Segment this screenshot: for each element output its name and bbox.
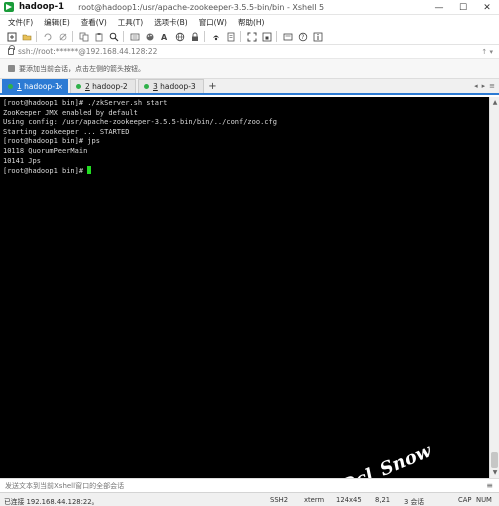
new-session-icon[interactable] <box>6 31 17 42</box>
menu-bar: 文件(F) 编辑(E) 查看(V) 工具(T) 选项卡(B) 窗口(W) 帮助(… <box>0 15 499 29</box>
tab-label: hadoop-2 <box>92 82 128 91</box>
status-bar: 已连接 192.168.44.128:22。 SSH2 xterm 124x45… <box>0 492 499 506</box>
toolbar-separator <box>276 31 277 42</box>
tab-number: 3 <box>153 82 158 91</box>
window-title: root@hadoop1:/usr/apache-zookeeper-3.5.5… <box>78 2 325 12</box>
menu-view[interactable]: 查看(V) <box>81 17 107 28</box>
terminal-type-status: xterm <box>304 496 325 504</box>
tab-label: hadoop-1 <box>24 82 60 91</box>
svg-text:?: ? <box>301 34 304 41</box>
paste-icon[interactable] <box>93 31 104 42</box>
num-lock-status: NUM <box>476 496 492 504</box>
tab-prev-icon[interactable]: ◂ <box>474 82 478 90</box>
tab-next-icon[interactable]: ▸ <box>482 82 486 90</box>
fullscreen-icon[interactable] <box>246 31 257 42</box>
properties-icon[interactable] <box>129 31 140 42</box>
info-icon[interactable] <box>312 31 323 42</box>
terminal-line: [root@hadoop1 bin]# ./zkServer.sh start <box>3 99 168 107</box>
tab-hadoop-1[interactable]: 1 hadoop-1 × <box>2 79 68 93</box>
menu-window[interactable]: 窗口(W) <box>199 17 227 28</box>
xshell-app-icon <box>4 2 14 12</box>
toolbar-separator <box>36 31 37 42</box>
window-session-name: hadoop-1 <box>19 2 65 12</box>
tab-hadoop-3[interactable]: 3 hadoop-3 <box>138 79 204 93</box>
cursor-position-status: 8,21 <box>375 496 391 504</box>
tab-number: 2 <box>85 82 90 91</box>
tab-close-icon[interactable]: × <box>57 83 63 91</box>
tab-label: hadoop-3 <box>160 82 196 91</box>
tab-bar: 1 hadoop-1 × 2 hadoop-2 3 hadoop-3 + ◂ ▸… <box>0 79 499 95</box>
caps-lock-status: CAP <box>458 496 472 504</box>
terminal-line: [root@hadoop1 bin]# jps <box>3 137 100 146</box>
reconnect-icon[interactable] <box>42 31 53 42</box>
find-icon[interactable] <box>108 31 119 42</box>
compose-input[interactable] <box>5 481 435 490</box>
connection-status: 已连接 192.168.44.128:22。 <box>4 498 99 506</box>
title-bar: hadoop-1 root@hadoop1:/usr/apache-zookee… <box>0 0 499 15</box>
toolbar-separator <box>72 31 73 42</box>
svg-text:A: A <box>161 33 168 42</box>
terminal-scrollbar[interactable]: ▲ ▼ <box>489 97 499 478</box>
compose-menu-icon[interactable]: ≡ <box>486 481 493 490</box>
tab-number: 1 <box>17 82 22 91</box>
add-tab-button[interactable]: + <box>206 79 219 93</box>
watermark: Dcl_Snow <box>337 440 435 478</box>
tab-list-icon[interactable]: ≡ <box>489 82 495 90</box>
maximize-button[interactable]: ☐ <box>451 0 475 15</box>
terminal-line: 10141 Jps <box>3 156 41 165</box>
toolbar-separator <box>240 31 241 42</box>
font-icon[interactable]: A <box>159 31 170 42</box>
hint-text: 要添加当前会话，点击左侧的箭头按钮。 <box>19 64 145 73</box>
menu-help[interactable]: 帮助(H) <box>238 17 265 28</box>
disconnect-icon[interactable] <box>57 31 68 42</box>
toolbar-separator <box>204 31 205 42</box>
hint-bar: 要添加当前会话，点击左侧的箭头按钮。 <box>0 59 499 79</box>
connected-status-icon <box>144 84 149 89</box>
script-icon[interactable] <box>225 31 236 42</box>
compose-icon[interactable] <box>282 31 293 42</box>
address-bar: ssh://root:******@192.168.44.128:22 ↑ ▾ <box>0 45 499 59</box>
terminal-prompt-line: [root@hadoop1 bin]# <box>3 166 489 177</box>
help-icon[interactable]: ? <box>297 31 308 42</box>
connected-status-icon <box>76 84 81 89</box>
terminal-line: 10118 QuorumPeerMain <box>3 146 88 155</box>
transfer-icon[interactable] <box>210 31 221 42</box>
menu-tools[interactable]: 工具(T) <box>118 17 143 28</box>
toolbar-separator <box>123 31 124 42</box>
menu-tabs[interactable]: 选项卡(B) <box>154 17 188 28</box>
terminal-size-status: 124x45 <box>336 496 362 504</box>
compose-bar: ≡ <box>0 478 499 492</box>
scrollbar-thumb[interactable] <box>491 452 498 468</box>
bookmark-icon[interactable] <box>8 65 15 72</box>
minimize-button[interactable]: — <box>427 0 451 15</box>
scroll-down-icon[interactable]: ▼ <box>491 468 499 477</box>
terminal-line: ZooKeeper JMX enabled by default <box>3 108 138 117</box>
color-scheme-icon[interactable] <box>144 31 155 42</box>
toolbar: A ? <box>0 29 499 45</box>
tab-navigation: ◂ ▸ ≡ <box>470 82 495 90</box>
lock-screen-icon[interactable] <box>261 31 272 42</box>
terminal-cursor <box>87 166 92 175</box>
address-menu-icon[interactable]: ↑ ▾ <box>481 48 493 56</box>
scroll-up-icon[interactable]: ▲ <box>491 98 499 107</box>
window-controls: — ☐ ✕ <box>427 0 499 15</box>
lock-icon[interactable] <box>189 31 200 42</box>
connected-status-icon <box>8 84 13 89</box>
close-button[interactable]: ✕ <box>475 0 499 15</box>
terminal-line: Using config: /usr/apache-zookeeper-3.5.… <box>3 118 277 127</box>
globe-icon[interactable] <box>174 31 185 42</box>
terminal-line: Starting zookeeper ... STARTED <box>3 127 130 136</box>
session-count-status: 3 会话 <box>404 498 425 506</box>
copy-icon[interactable] <box>78 31 89 42</box>
open-folder-icon[interactable] <box>21 31 32 42</box>
protocol-status: SSH2 <box>270 496 289 504</box>
terminal-prompt: [root@hadoop1 bin]# <box>3 167 88 176</box>
terminal-area[interactable]: [root@hadoop1 bin]# ./zkServer.sh start … <box>0 97 489 478</box>
session-address[interactable]: ssh://root:******@192.168.44.128:22 <box>18 47 157 56</box>
menu-file[interactable]: 文件(F) <box>8 17 33 28</box>
lock-icon <box>8 45 15 55</box>
tab-hadoop-2[interactable]: 2 hadoop-2 <box>70 79 136 93</box>
menu-edit[interactable]: 编辑(E) <box>44 17 70 28</box>
